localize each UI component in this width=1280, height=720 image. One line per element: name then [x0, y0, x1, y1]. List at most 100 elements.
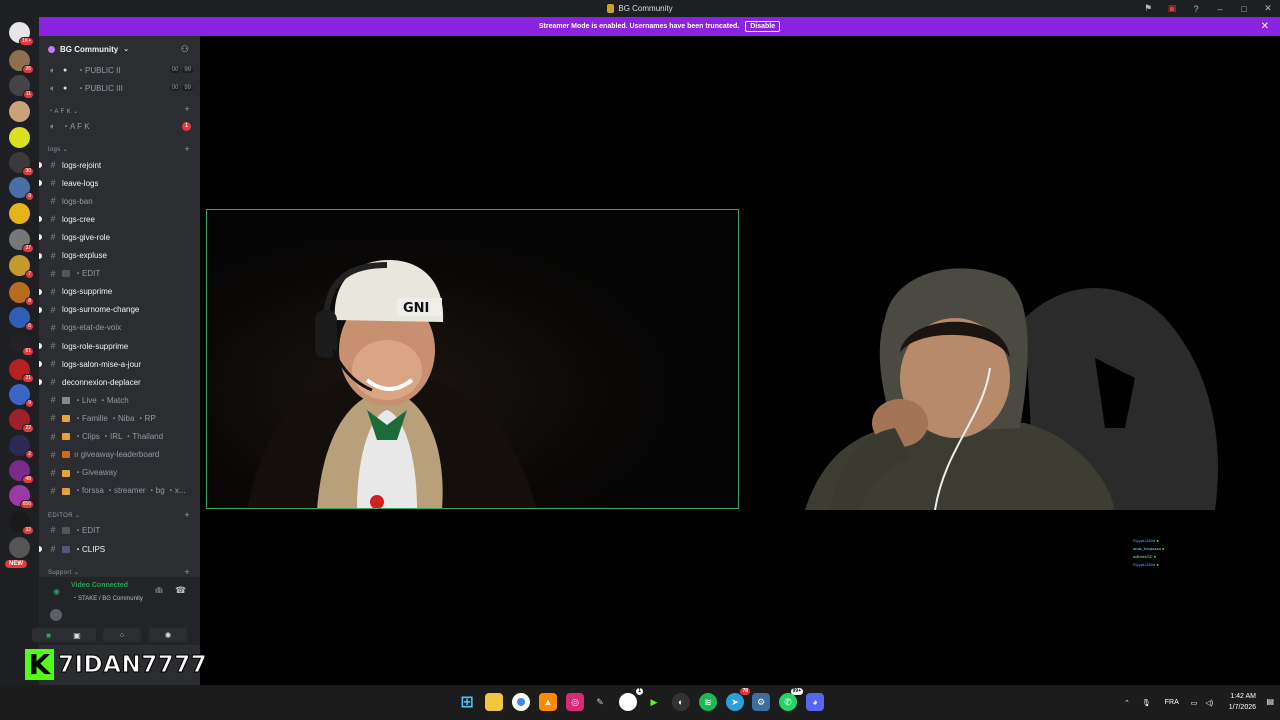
new-badge: NEW [5, 560, 27, 568]
microphone-icon[interactable]: 🎙︎ [1142, 699, 1151, 707]
text-channel[interactable]: # logs-surnome-change [39, 302, 200, 318]
create-channel-icon[interactable]: + [184, 104, 190, 114]
text-channel[interactable]: # ・EDIT [39, 266, 200, 282]
pen-app-icon[interactable]: ✎ [591, 693, 609, 711]
server-icon[interactable]: 656 [9, 485, 34, 509]
close-banner-icon[interactable]: ✕ [1261, 21, 1269, 32]
server-icon[interactable]: 6 [9, 307, 34, 331]
text-channel[interactable]: # ・Live ・Match [39, 392, 200, 408]
channel-name: logs-supprime [62, 287, 113, 297]
chevron-up-icon[interactable]: ⌃ [1124, 699, 1130, 707]
mention-badge: 7 [25, 270, 34, 279]
network-icon[interactable]: ▭ [1191, 699, 1198, 707]
server-icon[interactable]: 22 [9, 409, 34, 433]
text-channel[interactable]: # logs-etat-de-voix [39, 320, 200, 336]
close-window-button[interactable]: ✕ [1256, 0, 1280, 17]
create-channel-icon[interactable]: + [184, 510, 190, 520]
noise-suppression-icon[interactable]: ıllı [155, 586, 163, 595]
category-logs[interactable]: logs ⌄ + [39, 144, 200, 156]
connection-signal-icon: ◉ [53, 587, 60, 596]
vlc-icon[interactable]: ▲ [539, 693, 557, 711]
obs-icon[interactable]: ◐ [672, 693, 690, 711]
activities-button[interactable]: ⁘ [103, 628, 141, 642]
server-icon[interactable]: 21 [9, 359, 34, 383]
start-menu-icon[interactable]: ⊞ [458, 693, 476, 711]
discord-icon[interactable]: ◕ [806, 693, 824, 711]
server-icon[interactable]: 2 [9, 435, 34, 459]
category-afk[interactable]: ・A F K ⌄ + [39, 104, 200, 116]
server-icon[interactable]: 9 [9, 384, 34, 408]
server-icon[interactable] [9, 203, 30, 224]
text-channel[interactable]: # logs-role-supprime [39, 338, 200, 354]
system-clock[interactable]: 1:42 AM 1/7/2026 [1229, 691, 1256, 713]
server-icon[interactable]: 7 [9, 255, 34, 279]
spotify-icon[interactable]: ≋ [699, 693, 717, 711]
telegram-icon[interactable]: ➤ 78 [726, 688, 750, 711]
notification-icon[interactable]: ▤ [1266, 697, 1274, 706]
server-icon[interactable]: 32 [9, 511, 34, 535]
server-icon[interactable]: 1K+ [9, 22, 34, 46]
server-icon[interactable]: 61 [9, 332, 34, 356]
hash-icon: # [50, 196, 56, 207]
minimize-button[interactable]: – [1208, 0, 1232, 17]
text-channel[interactable]: # ・forssa ・streamer ・bg ・x... [39, 483, 200, 499]
text-channel[interactable]: # logs-rejoint [39, 157, 200, 173]
input-language[interactable]: FRA [1165, 699, 1179, 706]
server-icon[interactable]: 37 [9, 229, 34, 253]
instagram-icon[interactable]: ◎ [566, 693, 584, 711]
category-editor[interactable]: EDITOR ⌄ + [39, 510, 200, 522]
text-channel[interactable]: # leave-logs [39, 175, 200, 191]
guild-header[interactable]: BG Community ⌄ ⚇ [39, 36, 200, 62]
server-icon[interactable] [9, 537, 30, 558]
voice-channel[interactable]: 🔈︎ ・PUBLIC III ● 00 99 [39, 80, 200, 96]
text-channel[interactable]: # ・Clips ・IRL ・Thailand [39, 429, 200, 445]
invite-people-icon[interactable]: ⚇ [181, 44, 189, 55]
volume-icon[interactable]: ◁) [1205, 699, 1213, 707]
create-channel-icon[interactable]: + [184, 144, 190, 154]
chrome-profile-icon[interactable]: 1 [619, 688, 643, 711]
text-channel[interactable]: # logs-expluse [39, 248, 200, 264]
text-channel[interactable]: # ・EDIT [39, 522, 200, 538]
voice-channel-link[interactable]: ・STAKE / BG Community [72, 593, 143, 602]
hash-icon: # [50, 413, 56, 424]
video-tile-user-1[interactable]: GNI [206, 209, 739, 509]
voice-channel[interactable]: 🔈︎ ・PUBLIC II ● 00 99 [39, 62, 200, 78]
text-channel[interactable]: # ・CLIPS [39, 541, 200, 557]
server-icon[interactable]: 9 [9, 177, 34, 201]
video-tile-user-2[interactable] [805, 258, 1220, 510]
text-channel[interactable]: # ・Famille ・Niba ・RP [39, 410, 200, 426]
avatar[interactable] [50, 609, 62, 621]
server-icon[interactable] [9, 101, 30, 122]
text-channel[interactable]: # logs-ban [39, 193, 200, 209]
activities-icon: ⁘ [118, 630, 126, 640]
voice-channel-afk[interactable]: 🔈︎ ・A F K 1 [39, 118, 200, 134]
screen-share-button[interactable]: ▣ [58, 628, 96, 642]
disable-streamer-mode-button[interactable]: Disable [745, 21, 781, 32]
maximize-button[interactable]: □ [1232, 0, 1256, 17]
file-explorer-icon[interactable] [485, 693, 503, 711]
server-icon[interactable]: 26 [9, 50, 34, 74]
help-icon[interactable]: ? [1184, 0, 1208, 17]
channel-name: logs-role-supprime [62, 341, 129, 351]
settings-icon[interactable]: ⚙ [752, 693, 770, 711]
text-channel[interactable]: # logs-supprime [39, 284, 200, 300]
server-icon[interactable]: 8 [9, 282, 34, 306]
create-channel-icon[interactable]: + [184, 567, 190, 577]
text-channel[interactable]: # logs-give-role [39, 229, 200, 245]
screen-share-icon[interactable]: ▣ [1160, 0, 1184, 17]
inbox-icon[interactable]: ⚑ [1136, 0, 1160, 17]
text-channel[interactable]: # logs-cree [39, 211, 200, 227]
text-channel[interactable]: # logs-salon-mise-a-jour [39, 356, 200, 372]
server-icon[interactable]: 11 [9, 75, 34, 99]
chrome-icon[interactable] [512, 693, 530, 711]
soundboard-button[interactable]: ✺ [149, 628, 187, 642]
server-icon[interactable]: 48 [9, 460, 34, 484]
text-channel[interactable]: # ・Giveaway [39, 465, 200, 481]
text-channel[interactable]: # ıı giveaway-leaderboard [39, 447, 200, 463]
whatsapp-icon[interactable]: ✆ 99+ [779, 688, 803, 711]
disconnect-icon[interactable]: ☎ [175, 585, 186, 596]
play-app-icon[interactable]: ▶ [645, 693, 663, 711]
server-icon[interactable] [9, 127, 30, 148]
text-channel[interactable]: # deconnexion-deplacer [39, 374, 200, 390]
server-icon[interactable]: 30 [9, 152, 34, 176]
